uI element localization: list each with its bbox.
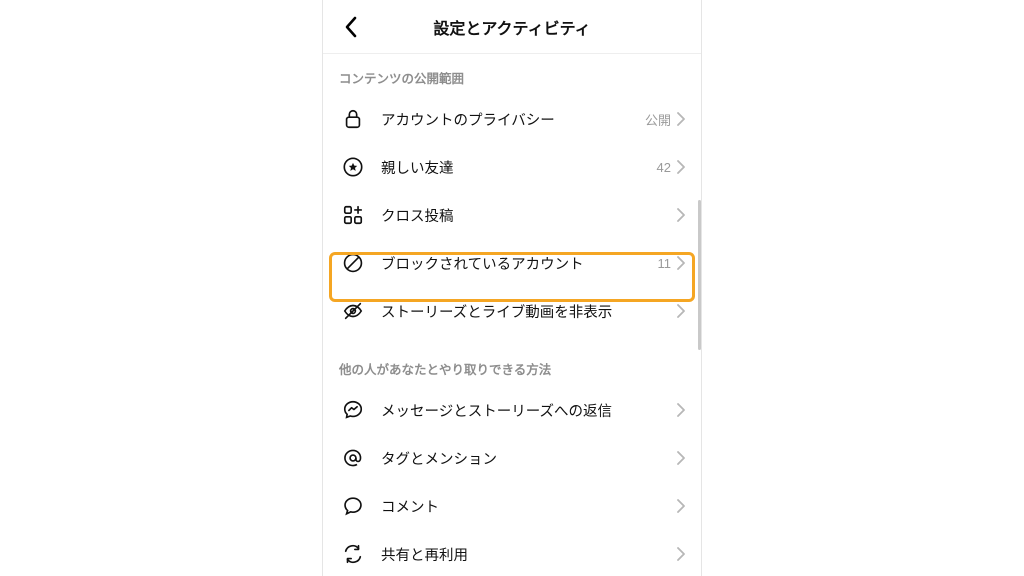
repost-icon — [339, 540, 367, 568]
row-label: メッセージとストーリーズへの返信 — [381, 400, 677, 421]
grid-plus-icon — [339, 201, 367, 229]
at-icon — [339, 444, 367, 472]
lock-icon — [339, 105, 367, 133]
row-hide-story[interactable]: ストーリーズとライブ動画を非表示 — [323, 287, 701, 335]
section-header-content-visibility: コンテンツの公開範囲 — [323, 54, 701, 95]
messenger-icon — [339, 396, 367, 424]
chevron-right-icon — [677, 160, 685, 174]
header-bar: 設定とアクティビティ — [323, 0, 701, 54]
blocked-icon — [339, 249, 367, 277]
row-label: ストーリーズとライブ動画を非表示 — [381, 301, 677, 322]
chevron-right-icon — [677, 451, 685, 465]
back-button[interactable] — [331, 0, 371, 54]
chevron-right-icon — [677, 208, 685, 222]
chevron-right-icon — [677, 403, 685, 417]
row-label: タグとメンション — [381, 448, 677, 469]
row-label: コメント — [381, 496, 677, 517]
row-label: ブロックされているアカウント — [381, 253, 658, 274]
row-label: 親しい友達 — [381, 157, 657, 178]
row-account-privacy[interactable]: アカウントのプライバシー 公開 — [323, 95, 701, 143]
row-cross-post[interactable]: クロス投稿 — [323, 191, 701, 239]
page-title: 設定とアクティビティ — [433, 15, 590, 39]
eye-off-icon — [339, 297, 367, 325]
star-circle-icon — [339, 153, 367, 181]
row-blocked-accounts[interactable]: ブロックされているアカウント 11 — [323, 239, 701, 287]
row-tags[interactable]: タグとメンション — [323, 434, 701, 482]
comment-icon — [339, 492, 367, 520]
chevron-right-icon — [677, 547, 685, 561]
chevron-right-icon — [677, 499, 685, 513]
row-label: アカウントのプライバシー — [381, 109, 645, 130]
chevron-right-icon — [677, 256, 685, 270]
chevron-right-icon — [677, 112, 685, 126]
scrollbar[interactable] — [698, 200, 701, 350]
row-value: 11 — [658, 256, 672, 271]
chevron-left-icon — [344, 16, 358, 38]
chevron-right-icon — [677, 304, 685, 318]
row-label: 共有と再利用 — [381, 544, 677, 565]
row-close-friends[interactable]: 親しい友達 42 — [323, 143, 701, 191]
section-header-interaction: 他の人があなたとやり取りできる方法 — [323, 345, 701, 386]
row-value: 42 — [657, 160, 671, 175]
section-divider — [323, 335, 701, 345]
row-messages[interactable]: メッセージとストーリーズへの返信 — [323, 386, 701, 434]
row-label: クロス投稿 — [381, 205, 677, 226]
settings-screen: 設定とアクティビティ コンテンツの公開範囲 アカウントのプライバシー 公開 親し… — [322, 0, 702, 576]
row-comments[interactable]: コメント — [323, 482, 701, 530]
row-value: 公開 — [645, 110, 671, 129]
row-share[interactable]: 共有と再利用 — [323, 530, 701, 576]
